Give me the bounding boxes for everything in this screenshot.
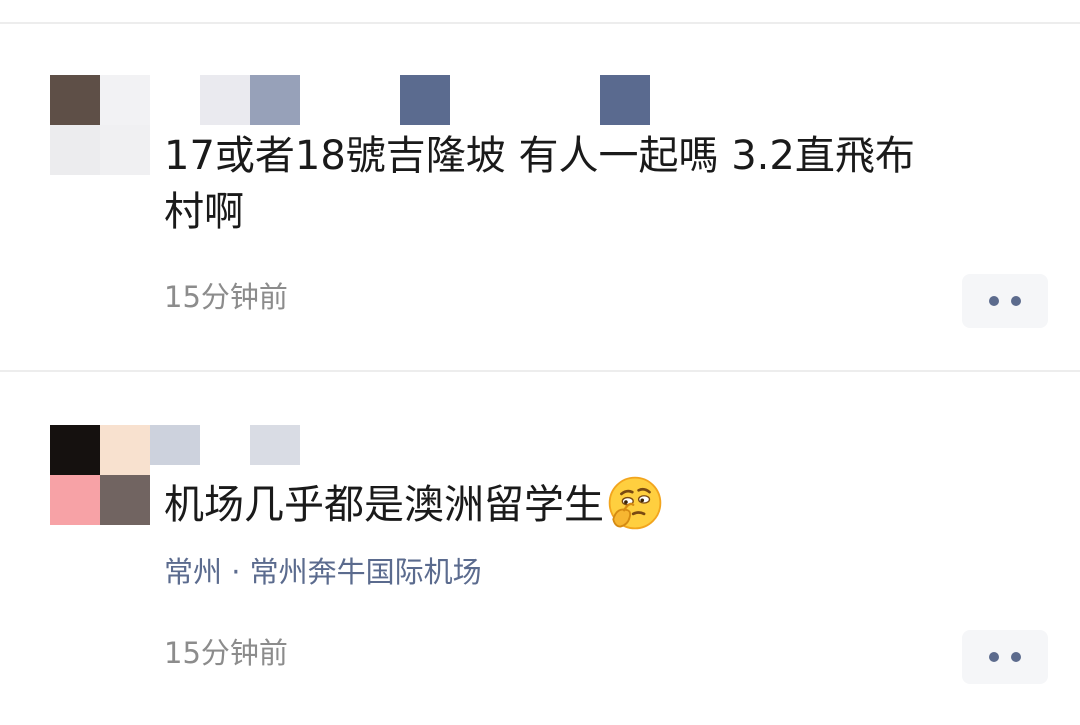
username[interactable] [150,425,300,465]
post-timestamp: 15分钟前 [164,636,288,670]
post-item: 机场几乎都是澳洲留学生 常州 · 常州奔牛国际机场 15分钟前 [0,372,1080,725]
more-options-button[interactable] [962,274,1048,328]
post-content-line: 村啊 [164,189,244,235]
location-link[interactable]: 常州 · 常州奔牛国际机场 [164,554,482,590]
avatar[interactable] [50,425,150,525]
more-options-button[interactable] [962,630,1048,684]
post-item: 17或者18號吉隆坡 有人一起嗎 3.2直飛布 村啊 15分钟前 [0,0,1080,370]
post-timestamp: 15分钟前 [164,280,288,314]
more-dots-icon [1011,652,1021,662]
post-content-text: 机场几乎都是澳洲留学生 [164,482,604,528]
more-dots-icon [989,296,999,306]
thinking-face-icon [608,476,662,530]
more-dots-icon [1011,296,1021,306]
post-content-line: 17或者18號吉隆坡 有人一起嗎 3.2直飛布 [164,133,915,179]
post-content: 17或者18號吉隆坡 有人一起嗎 3.2直飛布 村啊 [164,128,915,240]
username[interactable] [200,75,650,125]
post-content: 机场几乎都是澳洲留学生 [164,474,664,533]
avatar[interactable] [50,75,150,175]
more-dots-icon [989,652,999,662]
